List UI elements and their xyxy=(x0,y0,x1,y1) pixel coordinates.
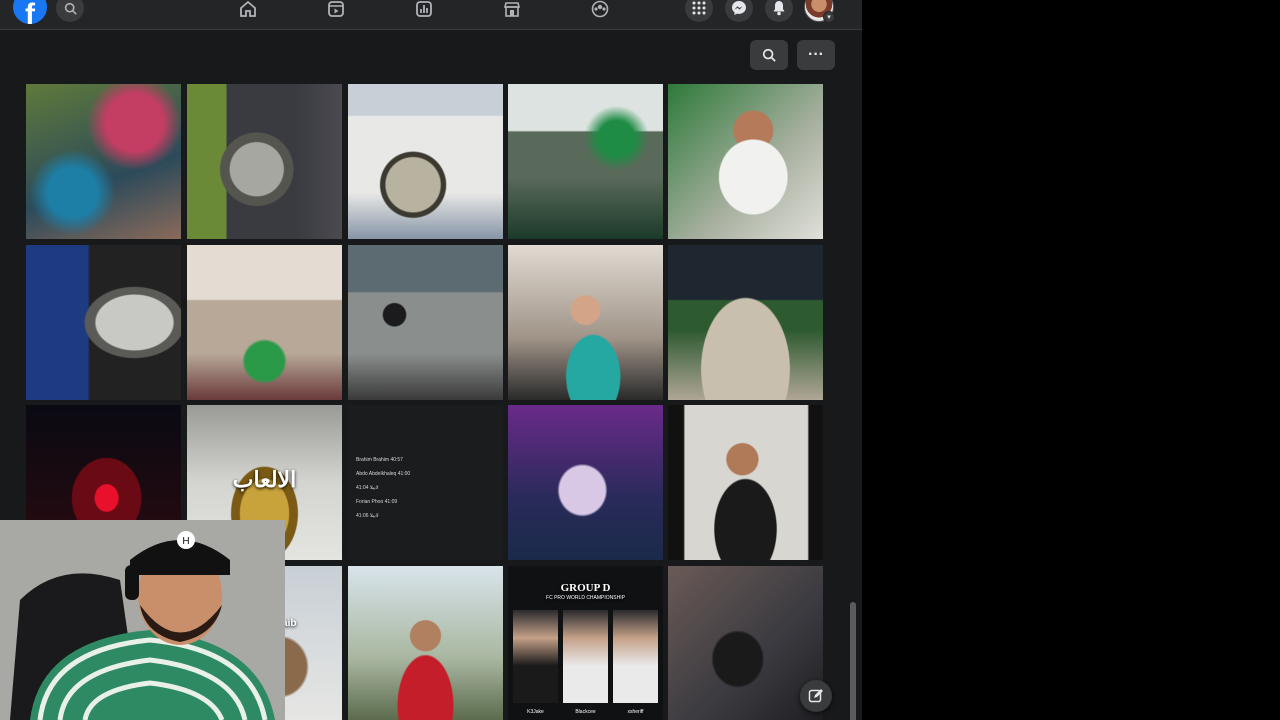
media-tile[interactable]: GROUP D FC PRO WORLD CHAMPIONSHIP K3Jake… xyxy=(508,566,663,720)
messenger-icon[interactable] xyxy=(725,0,753,22)
media-tile[interactable] xyxy=(187,245,342,400)
chat-line: لابيلا 41:04 xyxy=(356,485,379,491)
player-name: xsheriff xyxy=(627,709,644,715)
chat-line: Brahim Brahim 40:57 xyxy=(356,457,403,463)
search-icon[interactable] xyxy=(750,40,788,70)
chat-line: Abdo Abdelkhaleq 41:00 xyxy=(356,471,411,477)
chat-overlay: Brahim Brahim 40:57 Abdo Abdelkhaleq 41:… xyxy=(356,453,410,523)
groups-icon[interactable] xyxy=(589,0,611,20)
facebook-logo[interactable]: f xyxy=(13,0,47,24)
chevron-down-icon[interactable]: ▾ xyxy=(823,11,835,23)
marketplace-icon[interactable] xyxy=(501,0,523,20)
player-card xyxy=(513,610,558,703)
player-card xyxy=(563,610,608,703)
player-name: Blackcee xyxy=(575,709,596,715)
players-row xyxy=(513,610,658,703)
players-names: K3Jake Blackcee xsheriff xyxy=(513,709,658,715)
webcam-overlay: H xyxy=(0,520,285,720)
group-title: GROUP D xyxy=(560,582,611,594)
bell-icon[interactable] xyxy=(765,0,793,22)
chat-line: لابيلا 41:06 xyxy=(356,513,379,519)
home-icon[interactable] xyxy=(237,0,259,20)
media-tile[interactable] xyxy=(26,245,181,400)
stats-icon[interactable] xyxy=(413,0,435,20)
compose-icon xyxy=(808,689,823,703)
media-tile[interactable] xyxy=(668,84,823,239)
media-tile[interactable] xyxy=(348,84,503,239)
player-name: K3Jake xyxy=(527,709,544,715)
media-tile[interactable] xyxy=(348,566,503,720)
media-tile[interactable] xyxy=(508,405,663,560)
tile-caption: الالعاب xyxy=(232,467,297,492)
media-tile[interactable] xyxy=(508,84,663,239)
search-icon[interactable] xyxy=(56,0,84,22)
svg-text:H: H xyxy=(182,536,189,547)
media-tile[interactable] xyxy=(348,245,503,400)
apps-grid-icon[interactable] xyxy=(685,0,713,22)
chat-line: Forian Phoo 41:09 xyxy=(356,499,398,505)
scrollbar[interactable] xyxy=(847,80,859,720)
more-icon: ··· xyxy=(808,46,824,63)
media-tile[interactable] xyxy=(508,245,663,400)
group-subtitle: FC PRO WORLD CHAMPIONSHIP xyxy=(546,595,625,601)
new-message-button[interactable] xyxy=(800,680,832,712)
media-tile[interactable] xyxy=(668,245,823,400)
top-navigation-bar: f ▾ xyxy=(0,0,862,30)
media-tile[interactable] xyxy=(668,405,823,560)
media-tile[interactable]: Brahim Brahim 40:57 Abdo Abdelkhaleq 41:… xyxy=(348,405,503,560)
scrollbar-thumb[interactable] xyxy=(850,602,856,720)
reels-icon[interactable] xyxy=(325,0,347,20)
streamer-image: H xyxy=(0,520,285,720)
media-tile[interactable] xyxy=(187,84,342,239)
profile-avatar[interactable]: ▾ xyxy=(804,0,835,23)
player-card xyxy=(613,610,658,703)
media-tile[interactable] xyxy=(26,84,181,239)
more-options-button[interactable]: ··· xyxy=(797,40,835,70)
